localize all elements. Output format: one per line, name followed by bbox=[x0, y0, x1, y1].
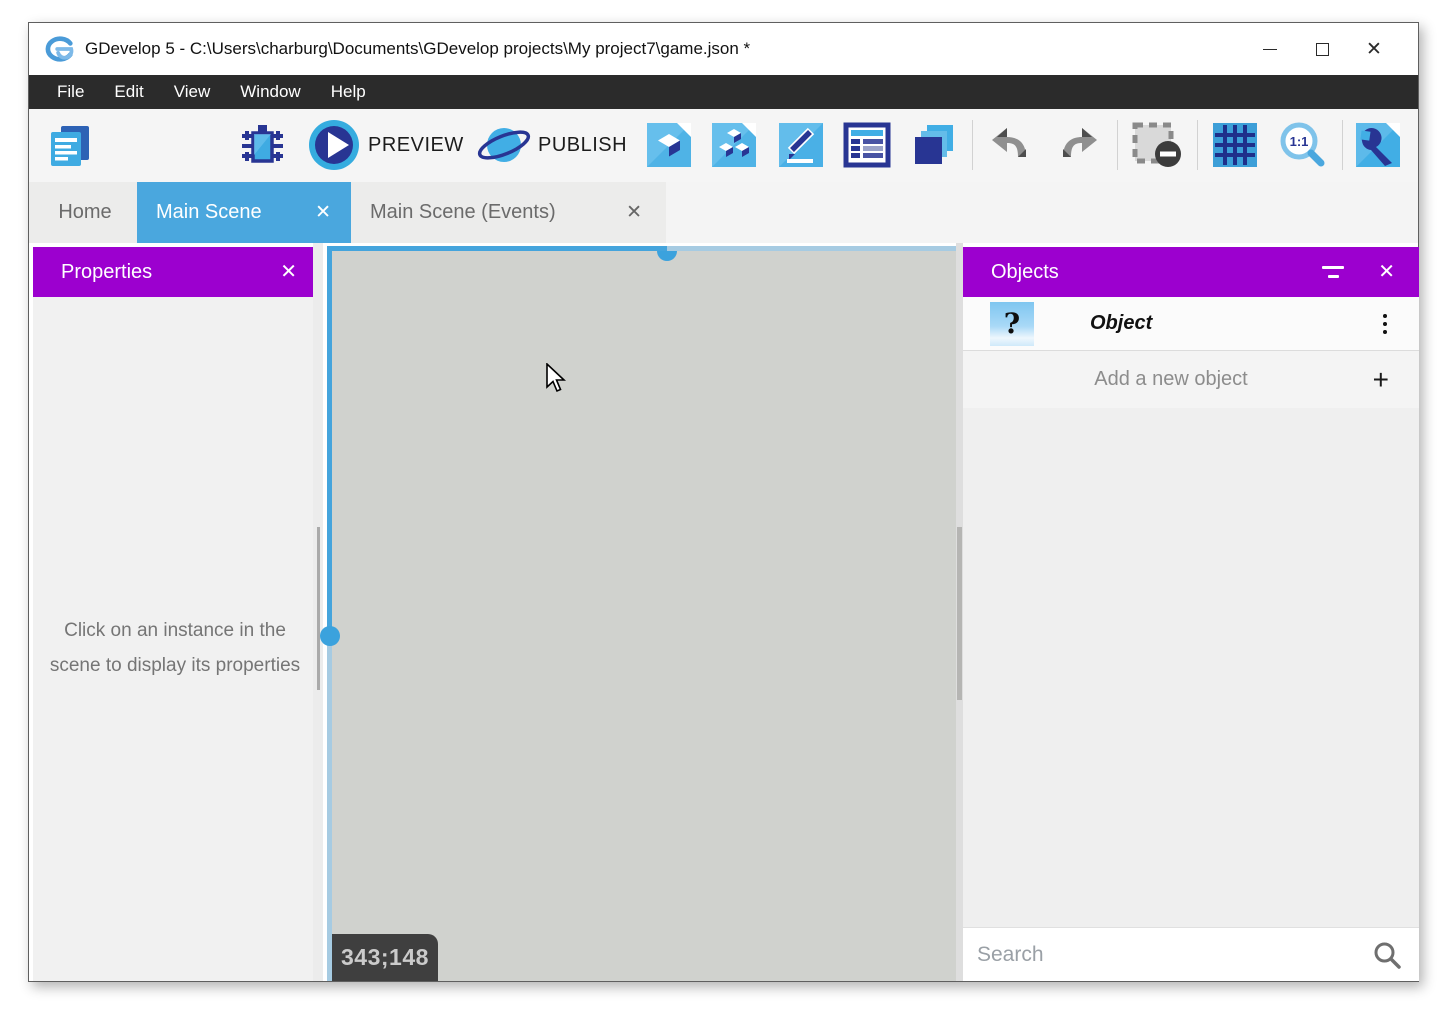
objects-groups-icon bbox=[710, 121, 758, 169]
tab-label: Home bbox=[58, 201, 111, 224]
add-object-label: Add a new object bbox=[963, 368, 1419, 391]
objects-panel: Objects ✕ ? Object Add a new object + bbox=[963, 247, 1419, 981]
object-list-item[interactable]: ? Object bbox=[963, 297, 1419, 351]
zoom-1-1-icon: 1:1 bbox=[1277, 121, 1329, 169]
edit-scene-icon bbox=[777, 121, 825, 169]
toolbar: PREVIEW PUBLISH bbox=[29, 109, 1418, 182]
app-window: GDevelop 5 - C:\Users\charburg\Documents… bbox=[28, 22, 1419, 982]
scene-window-border-top bbox=[667, 246, 956, 251]
object-thumbnail-question-icon: ? bbox=[990, 302, 1034, 346]
menu-window[interactable]: Window bbox=[225, 75, 315, 109]
publish-globe-icon bbox=[476, 119, 532, 171]
toolbar-separator bbox=[1342, 120, 1343, 170]
tab-close-icon[interactable]: ✕ bbox=[626, 203, 642, 222]
external-layouts-button[interactable] bbox=[909, 121, 957, 169]
tab-home[interactable]: Home bbox=[33, 182, 137, 243]
events-sheet-button[interactable] bbox=[843, 121, 891, 169]
tab-label: Main Scene (Events) bbox=[370, 201, 556, 224]
canvas-scrollbar-thumb[interactable] bbox=[957, 527, 962, 700]
minimize-icon bbox=[1263, 49, 1277, 50]
objects-button[interactable] bbox=[710, 121, 758, 169]
undo-icon bbox=[988, 121, 1036, 169]
search-input[interactable] bbox=[963, 943, 1343, 967]
redo-button[interactable] bbox=[1053, 121, 1101, 169]
external-layouts-icon bbox=[909, 121, 957, 169]
toolbar-separator bbox=[972, 120, 973, 170]
scene-window-border-left bbox=[327, 246, 332, 636]
minimize-button[interactable] bbox=[1244, 23, 1296, 75]
grid-icon bbox=[1211, 121, 1259, 169]
project-manager-icon bbox=[45, 121, 93, 169]
resize-handle-left[interactable] bbox=[320, 626, 340, 646]
grid-button[interactable] bbox=[1211, 121, 1259, 169]
publish-label[interactable]: PUBLISH bbox=[538, 109, 627, 182]
objects-close-icon[interactable]: ✕ bbox=[1378, 262, 1395, 282]
events-sheet-icon bbox=[843, 121, 891, 169]
project-manager-button[interactable] bbox=[45, 121, 93, 169]
menu-edit[interactable]: Edit bbox=[99, 75, 158, 109]
menu-file[interactable]: File bbox=[42, 75, 99, 109]
objects-list-empty-area bbox=[963, 408, 1419, 927]
tab-main-scene-events[interactable]: Main Scene (Events) ✕ bbox=[351, 182, 666, 243]
svg-text:1:1: 1:1 bbox=[1290, 134, 1309, 149]
deselect-instances-button[interactable] bbox=[1131, 121, 1183, 169]
plus-icon: + bbox=[1373, 366, 1389, 394]
maximize-icon bbox=[1316, 43, 1329, 56]
toolbar-separator bbox=[1117, 120, 1118, 170]
tabbar: Home Main Scene ✕ Main Scene (Events) ✕ bbox=[29, 182, 1418, 243]
close-button[interactable]: ✕ bbox=[1348, 23, 1400, 75]
add-object-row[interactable]: Add a new object + bbox=[963, 351, 1419, 408]
deselect-instances-icon bbox=[1131, 121, 1183, 169]
properties-close-icon[interactable]: ✕ bbox=[280, 262, 297, 282]
menu-help[interactable]: Help bbox=[316, 75, 381, 109]
menu-view[interactable]: View bbox=[159, 75, 226, 109]
mouse-cursor-icon bbox=[545, 363, 567, 393]
edit-scene-button[interactable] bbox=[777, 121, 825, 169]
titlebar: GDevelop 5 - C:\Users\charburg\Documents… bbox=[29, 23, 1418, 75]
search-icon bbox=[1373, 941, 1401, 969]
properties-header: Properties ✕ bbox=[33, 247, 317, 297]
filter-icon[interactable] bbox=[1322, 266, 1344, 278]
toolbar-separator bbox=[1197, 120, 1198, 170]
scene-window-border-left bbox=[327, 636, 332, 981]
properties-title: Properties bbox=[61, 261, 152, 284]
scene-icon bbox=[645, 121, 693, 169]
debug-icon bbox=[238, 121, 286, 169]
scene-properties-button[interactable] bbox=[1354, 121, 1402, 169]
tab-label: Main Scene bbox=[156, 201, 262, 224]
cursor-coordinates-badge: 343;148 bbox=[332, 934, 438, 981]
tab-main-scene[interactable]: Main Scene ✕ bbox=[137, 182, 351, 243]
preview-button[interactable] bbox=[308, 119, 360, 171]
preview-play-icon bbox=[308, 119, 360, 171]
scene-canvas[interactable] bbox=[332, 251, 956, 981]
scene-window-border-top bbox=[327, 246, 667, 251]
object-menu-kebab-icon[interactable] bbox=[1383, 314, 1387, 334]
search-bar bbox=[963, 927, 1419, 981]
object-name: Object bbox=[1090, 312, 1152, 335]
redo-icon bbox=[1053, 121, 1101, 169]
undo-button[interactable] bbox=[988, 121, 1036, 169]
gdevelop-logo-icon bbox=[45, 34, 75, 64]
menubar: File Edit View Window Help bbox=[29, 75, 1418, 109]
tab-close-icon[interactable]: ✕ bbox=[315, 203, 331, 222]
objects-header: Objects ✕ bbox=[963, 247, 1419, 297]
close-icon: ✕ bbox=[1366, 40, 1382, 59]
debug-button[interactable] bbox=[238, 121, 286, 169]
objects-title: Objects bbox=[991, 261, 1059, 284]
zoom-1-1-button[interactable]: 1:1 bbox=[1277, 121, 1329, 169]
properties-hint: Click on an instance in the scene to dis… bbox=[49, 613, 301, 683]
maximize-button[interactable] bbox=[1296, 23, 1348, 75]
scene-properties-wrench-icon bbox=[1354, 121, 1402, 169]
scene-button[interactable] bbox=[645, 121, 693, 169]
window-title: GDevelop 5 - C:\Users\charburg\Documents… bbox=[85, 39, 750, 59]
publish-button[interactable] bbox=[476, 119, 532, 171]
preview-label[interactable]: PREVIEW bbox=[368, 109, 464, 182]
properties-panel: Properties ✕ Click on an instance in the… bbox=[33, 247, 317, 981]
properties-scrollbar-thumb[interactable] bbox=[317, 527, 320, 690]
content-area: Properties ✕ Click on an instance in the… bbox=[29, 243, 1418, 981]
